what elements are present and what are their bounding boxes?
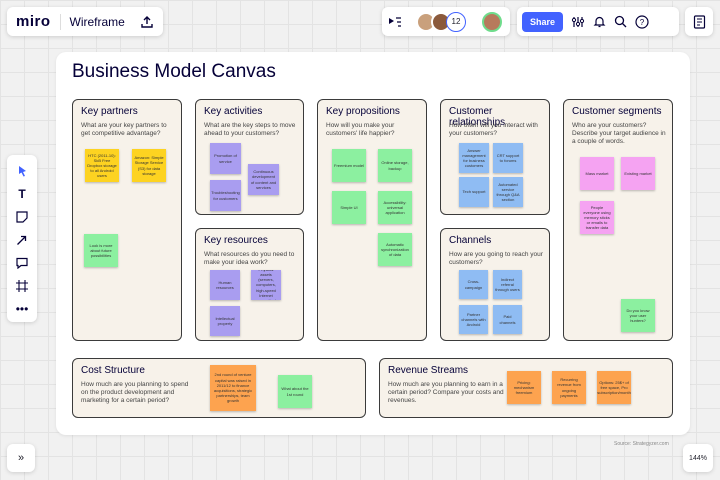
section-question: How will you make your customers' life h… [326, 122, 395, 138]
collaborators-bar: 12 [382, 7, 510, 36]
sticky-note[interactable]: Promotion of service [210, 143, 241, 174]
sticky-note[interactable]: Automated service through Q&A section [493, 177, 523, 207]
section-question: What are the key steps to move ahead to … [204, 122, 296, 138]
sticky-note[interactable]: Intellectual property [210, 306, 240, 336]
svg-text:?: ? [640, 18, 645, 27]
cursor-icon[interactable] [12, 163, 32, 179]
bell-icon[interactable] [593, 15, 606, 28]
sticky-note[interactable]: Paid channels [493, 305, 522, 334]
search-icon[interactable] [614, 15, 627, 28]
sticky-note[interactable]: Pricing: mechanism freemium [507, 371, 541, 404]
board-name[interactable]: Wireframe [70, 15, 125, 29]
sticky-note[interactable]: Tech support [459, 177, 489, 207]
sticky-note-icon[interactable] [12, 209, 32, 225]
collaborator-count[interactable]: 12 [446, 11, 466, 32]
frame-icon[interactable] [12, 278, 32, 294]
comment-icon[interactable] [12, 255, 32, 271]
settings-icon[interactable] [571, 16, 585, 28]
sticky-note[interactable]: People everyone using memory sticks or e… [580, 201, 614, 234]
export-icon[interactable] [140, 15, 154, 29]
share-bar: Share ? [517, 7, 679, 36]
section-channels[interactable]: Channels How are you going to reach your… [440, 228, 550, 341]
sticky-note[interactable]: Simple UI [332, 191, 366, 224]
sticky-note[interactable]: Do you know your user hunters? [621, 299, 655, 332]
sticky-note[interactable]: Accessibility: universal application [378, 191, 412, 224]
section-value-propositions[interactable]: Key propositions How will you make your … [317, 99, 427, 341]
zoom-level[interactable]: 144% [683, 444, 713, 472]
share-button[interactable]: Share [522, 11, 564, 32]
sticky-note[interactable]: Indirect referral through users [493, 270, 522, 299]
section-question: How much are you planning to spend on th… [81, 381, 189, 405]
section-question: How often will you interact with your cu… [449, 122, 538, 138]
sticky-note[interactable]: Partner channels with Android [459, 305, 488, 334]
board-header: miro Wireframe [7, 7, 163, 36]
text-icon[interactable]: T [12, 186, 32, 202]
divider [59, 13, 61, 30]
section-question: How much are you planning to earn in a c… [388, 381, 504, 405]
reactions-icon[interactable] [388, 16, 402, 28]
sticky-note[interactable]: Amazon: Simple Storage Service (S3) for … [132, 149, 166, 182]
current-user-avatar[interactable] [482, 11, 502, 32]
section-title: Key resources [204, 235, 268, 246]
section-title: Key partners [81, 106, 138, 117]
sticky-note[interactable]: Continuous development of content and se… [248, 164, 279, 195]
section-key-resources[interactable]: Key resources What resources do you need… [195, 228, 304, 341]
section-revenue-streams[interactable]: Revenue Streams How much are you plannin… [379, 358, 673, 418]
sticky-note[interactable]: Recurring revenue from ongoing payments [552, 371, 586, 404]
notes-icon[interactable] [685, 7, 713, 36]
canvas-title: Business Model Canvas [72, 61, 276, 82]
sticky-note[interactable]: Freemium model [332, 149, 366, 182]
source-credit: Source: Strategyzer.com [614, 441, 669, 447]
arrow-icon[interactable] [12, 232, 32, 248]
section-title: Cost Structure [81, 365, 145, 376]
sticky-note[interactable]: Existing market [621, 157, 655, 190]
section-key-partners[interactable]: Key partners What are your key partners … [72, 99, 182, 341]
sticky-note[interactable]: Cross-campaign [459, 270, 488, 299]
section-question: What resources do you need to make your … [204, 251, 295, 267]
sticky-note[interactable]: Look is more about future possibilities [84, 234, 118, 267]
sticky-note[interactable]: Mass market [580, 157, 614, 190]
miro-logo[interactable]: miro [16, 13, 51, 30]
section-key-activities[interactable]: Key activities What are the key steps to… [195, 99, 304, 215]
sticky-note[interactable]: Human resources [210, 270, 240, 300]
sticky-note[interactable]: HTC (2011-10): SkB Free Dropbox storage … [85, 149, 119, 182]
sticky-note[interactable]: Options: 25$+ of free space, Pro subscri… [597, 371, 631, 404]
sticky-note[interactable]: Answer management for business customers [459, 143, 489, 173]
section-question: What are your key partners to get compet… [81, 122, 167, 138]
section-title: Revenue Streams [388, 365, 469, 376]
expand-icon[interactable]: » [7, 444, 35, 472]
section-question: Who are your customers? Describe your ta… [572, 122, 666, 146]
section-title: Channels [449, 235, 492, 246]
section-title: Key propositions [326, 106, 400, 117]
help-icon[interactable]: ? [635, 14, 649, 29]
sticky-note[interactable]: Online storage, backup [378, 149, 412, 182]
section-title: Key activities [204, 106, 263, 117]
section-customer-segments[interactable]: Customer segments Who are your customers… [563, 99, 673, 341]
section-question: How are you going to reach your customer… [449, 251, 543, 267]
left-toolbar: T ••• [7, 155, 37, 322]
sticky-note[interactable]: What about the 1st round [278, 375, 312, 408]
sticky-note[interactable]: Physical assets (servers, computers, hig… [251, 270, 281, 300]
sticky-note[interactable]: Automatic synchronization of data [378, 233, 412, 266]
sticky-note[interactable]: 2nd round of venture capital was raised … [210, 365, 256, 411]
more-icon[interactable]: ••• [12, 301, 32, 317]
section-customer-relationships[interactable]: Customer relationships How often will yo… [440, 99, 550, 215]
sticky-note[interactable]: CRT support to forums [493, 143, 523, 173]
section-cost-structure[interactable]: Cost Structure How much are you planning… [72, 358, 366, 418]
sticky-note[interactable]: Troubleshooting for customers [210, 180, 241, 211]
section-title: Customer segments [572, 106, 662, 117]
